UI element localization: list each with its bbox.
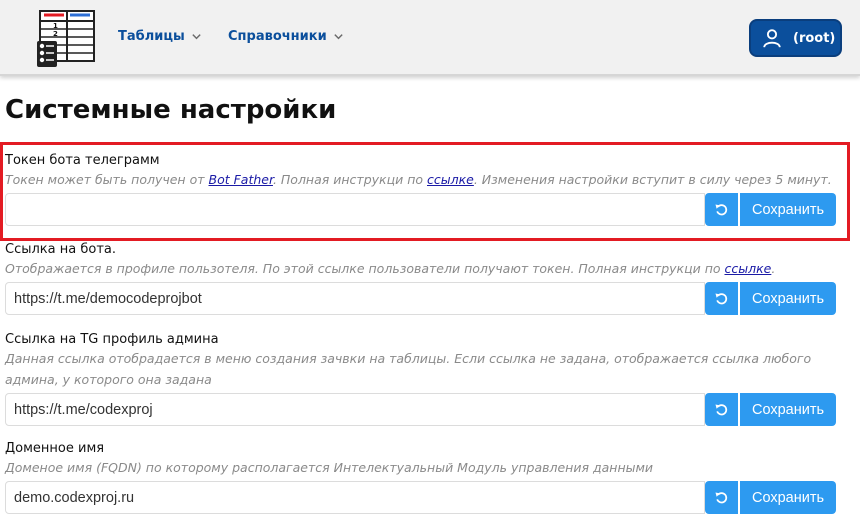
page-title: Системные настройки	[5, 95, 337, 125]
hint-text: . Полная инструкци по	[272, 172, 427, 187]
nav-directories-label: Справочники	[228, 29, 327, 44]
svg-text:2: 2	[53, 30, 58, 38]
setting-input-row: Сохранить	[5, 481, 837, 514]
undo-icon	[715, 293, 728, 305]
reset-button[interactable]	[705, 481, 738, 514]
navbar: 1 2 Таблицы Справочники (root)	[0, 0, 860, 76]
save-button[interactable]: Сохранить	[738, 393, 836, 426]
instruction-link[interactable]: ссылке	[427, 172, 474, 187]
setting-bot-token: Токен бота телеграмм Токен может быть по…	[5, 153, 837, 226]
app-logo-icon[interactable]: 1 2	[36, 8, 98, 70]
nav-directories[interactable]: Справочники	[228, 29, 344, 44]
setting-domain: Доменное имя Доменое имя (FQDN) по котор…	[5, 441, 837, 514]
nav-tables-label: Таблицы	[118, 29, 185, 44]
bot-token-input[interactable]	[5, 193, 705, 226]
setting-input-row: Сохранить	[5, 282, 837, 315]
undo-icon	[715, 204, 728, 216]
hint-text: . Изменения настройки вступит в силу чер…	[473, 172, 832, 187]
undo-icon	[715, 492, 728, 504]
setting-hint: Отображается в профиле пользотеля. По эт…	[5, 258, 837, 279]
instruction-link[interactable]: ссылке	[724, 261, 771, 276]
domain-input[interactable]	[5, 481, 705, 514]
admin-link-input[interactable]	[5, 393, 705, 426]
save-button[interactable]: Сохранить	[738, 481, 836, 514]
reset-button[interactable]	[705, 193, 738, 226]
chevron-down-icon	[192, 34, 201, 40]
svg-text:1: 1	[53, 22, 58, 30]
reset-button[interactable]	[705, 282, 738, 315]
user-label: (root)	[793, 30, 836, 46]
hint-text: Отображается в профиле пользотеля. По эт…	[5, 261, 725, 276]
hint-text: .	[771, 261, 776, 276]
user-icon	[763, 29, 781, 48]
reset-button[interactable]	[705, 393, 738, 426]
setting-input-row: Сохранить	[5, 193, 837, 226]
setting-hint: Данная ссылка отобрадается в меню создан…	[5, 351, 812, 387]
setting-input-row: Сохранить	[5, 393, 837, 426]
setting-label: Токен бота телеграмм	[5, 153, 160, 168]
setting-bot-link: Ссылка на бота. Отображается в профиле п…	[5, 242, 837, 315]
bot-link-input[interactable]	[5, 282, 705, 315]
save-button[interactable]: Сохранить	[738, 282, 836, 315]
setting-label: Доменное имя	[5, 441, 105, 456]
nav-tables[interactable]: Таблицы	[118, 29, 202, 44]
save-button[interactable]: Сохранить	[738, 193, 836, 226]
hint-text: Токен может быть получен от	[5, 172, 209, 187]
setting-label: Ссылка на TG профиль админа	[5, 332, 219, 347]
bot-father-link[interactable]: Bot Father	[209, 172, 273, 187]
setting-admin-link: Ссылка на TG профиль админа Данная ссылк…	[5, 332, 837, 426]
undo-icon	[715, 404, 728, 416]
setting-label: Ссылка на бота.	[5, 242, 116, 257]
user-menu-button[interactable]: (root)	[749, 19, 842, 57]
setting-hint: Доменое имя (FQDN) по которому располага…	[5, 460, 654, 475]
setting-hint: Токен может быть получен от Bot Father. …	[5, 169, 837, 190]
chevron-down-icon	[334, 34, 343, 40]
